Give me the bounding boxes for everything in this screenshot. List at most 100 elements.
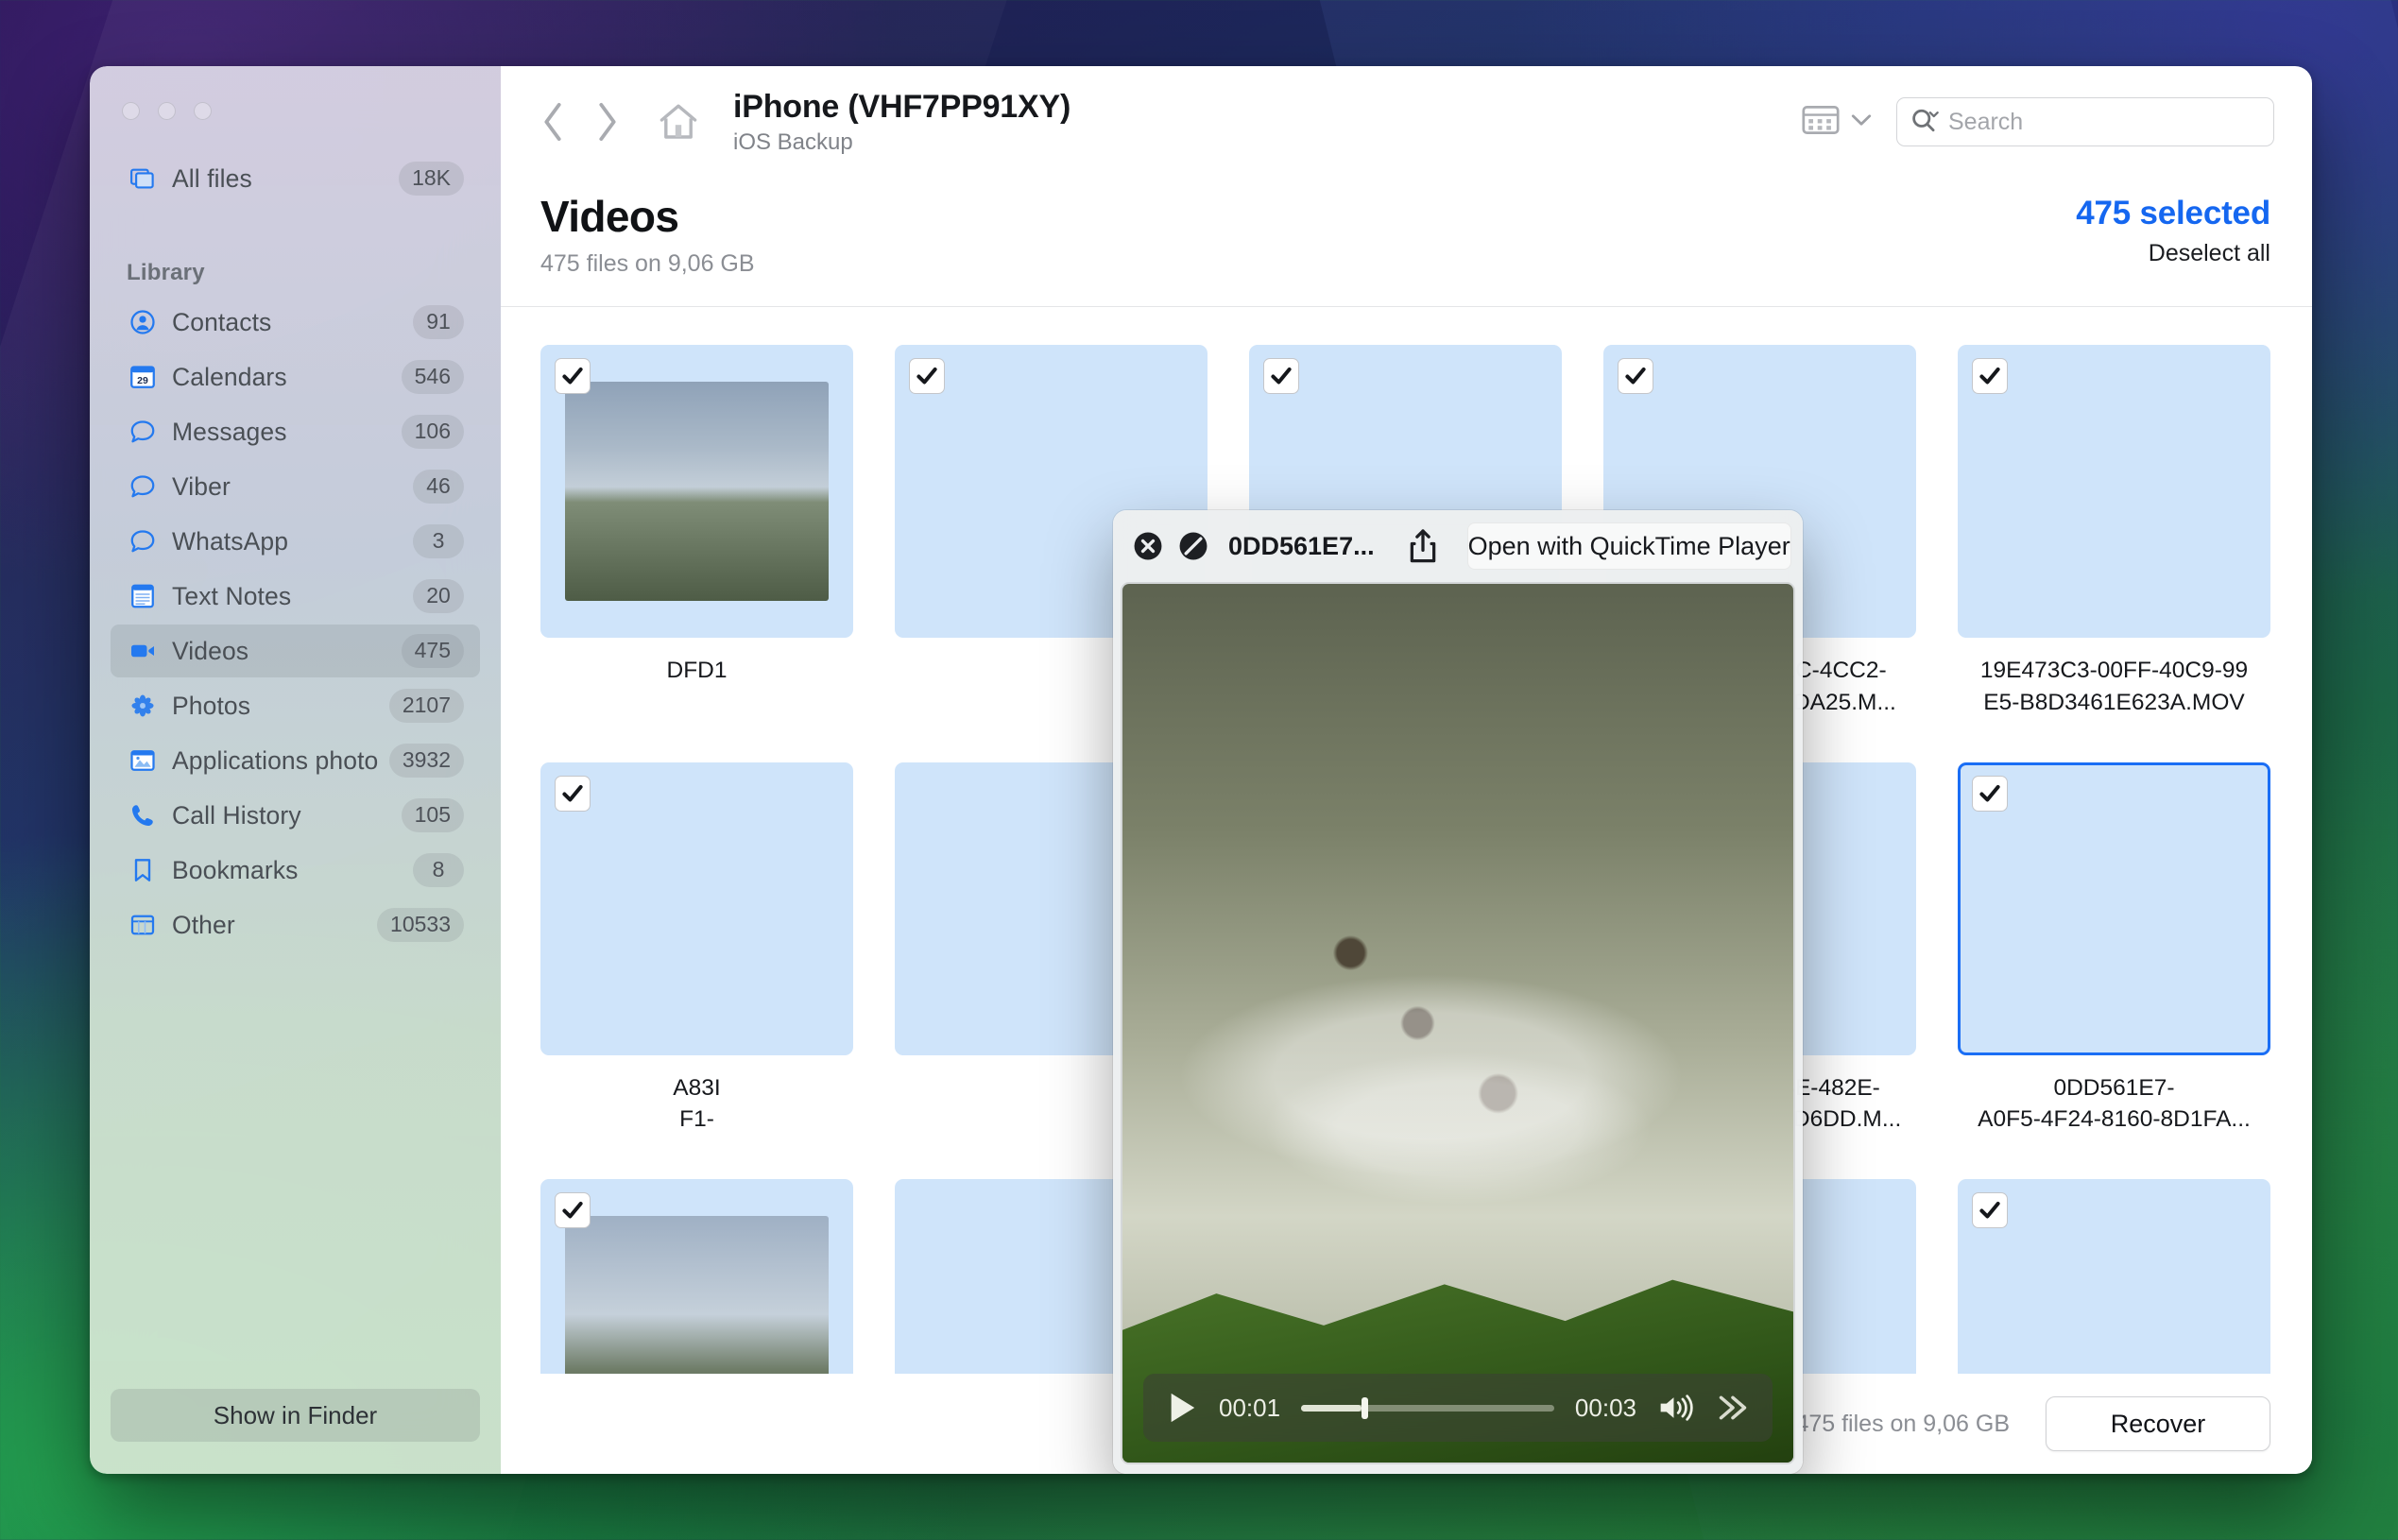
- sidebar-item-badge: 8: [413, 853, 464, 887]
- view-switch[interactable]: [1802, 104, 1872, 141]
- sidebar-item-applications-photo[interactable]: Applications photo 3932: [111, 734, 480, 787]
- file-thumbnail-tile[interactable]: [540, 344, 853, 638]
- video-progress-slider[interactable]: [1301, 1396, 1554, 1419]
- video-progress-fill: [1301, 1404, 1362, 1412]
- app-photo-icon: [127, 746, 159, 775]
- contacts-icon: [127, 308, 159, 336]
- show-in-finder-button[interactable]: Show in Finder: [111, 1389, 480, 1442]
- page-title: Videos: [540, 192, 679, 241]
- file-grid-cell[interactable]: [1958, 1179, 2270, 1374]
- video-progress-knob[interactable]: [1362, 1396, 1369, 1419]
- search-input[interactable]: [1948, 108, 2260, 136]
- footer-stat: 475 files on 9,06 GB: [1795, 1410, 2010, 1437]
- file-select-checkbox[interactable]: [1972, 1192, 2008, 1229]
- sidebar-item-label: Contacts: [172, 307, 272, 336]
- message-bubble-icon: [127, 418, 159, 446]
- close-window-button[interactable]: [122, 102, 140, 120]
- file-thumbnail-tile[interactable]: [1958, 344, 2270, 638]
- sidebar-item-messages[interactable]: Messages 106: [111, 405, 480, 458]
- file-select-checkbox[interactable]: [555, 357, 591, 394]
- file-grid-cell[interactable]: 19E473C3-00FF-40C9-99 E5-B8D3461E623A.MOV: [1958, 344, 2270, 719]
- photos-flower-icon: [127, 692, 159, 720]
- quicklook-video-area[interactable]: 00:01 00:03: [1121, 582, 1795, 1464]
- sidebar-item-videos[interactable]: Videos 475: [111, 625, 480, 677]
- video-controls-bar: 00:01 00:03: [1143, 1374, 1773, 1442]
- svg-text:29: 29: [137, 375, 148, 386]
- sidebar-item-contacts[interactable]: Contacts 91: [111, 296, 480, 349]
- search-icon: [1910, 108, 1939, 137]
- sidebar-item-label: Photos: [172, 691, 251, 720]
- file-name-label: 19E473C3-00FF-40C9-99 E5-B8D3461E623A.MOV: [1979, 657, 2249, 715]
- sidebar-item-text-notes[interactable]: Text Notes 20: [111, 570, 480, 623]
- sidebar-item-badge: 546: [401, 360, 464, 394]
- open-with-quicktime-button[interactable]: Open with QuickTime Player: [1466, 522, 1791, 570]
- fast-forward-icon[interactable]: [1716, 1393, 1750, 1423]
- sidebar-item-label: Videos: [172, 636, 249, 665]
- recover-button[interactable]: Recover: [2046, 1396, 2270, 1451]
- chevron-left-icon[interactable]: [540, 102, 565, 142]
- file-name-label: 0DD561E7- A0F5-4F24-8160-8D1FA...: [1978, 1074, 2251, 1133]
- file-thumbnail-tile[interactable]: [1958, 1179, 2270, 1374]
- no-entry-icon[interactable]: [1177, 530, 1209, 562]
- file-select-checkbox[interactable]: [1618, 357, 1653, 394]
- sidebar-item-whatsapp[interactable]: WhatsApp 3: [111, 515, 480, 568]
- grid-view-icon: [1802, 104, 1840, 141]
- close-circle-icon[interactable]: [1132, 530, 1164, 562]
- sidebar-item-other[interactable]: Other 10533: [111, 898, 480, 951]
- sidebar-item-list: Contacts 91 29 Calendars 546 Messages 106 Vibe…: [111, 296, 480, 951]
- sidebar-item-call-history[interactable]: Call History 105: [111, 789, 480, 842]
- file-select-checkbox[interactable]: [1972, 775, 2008, 812]
- file-grid-cell[interactable]: 0DD561E7- A0F5-4F24-8160-8D1FA...: [1958, 761, 2270, 1137]
- sidebar-item-label: WhatsApp: [172, 526, 289, 556]
- quicklook-preview-window: 0DD561E7... Open with QuickTime Player 0…: [1113, 510, 1803, 1474]
- volume-icon[interactable]: [1657, 1392, 1695, 1424]
- sidebar-item-viber[interactable]: Viber 46: [111, 460, 480, 513]
- sidebar-item-label: Text Notes: [172, 581, 292, 610]
- calendar-icon: 29: [127, 363, 159, 391]
- sidebar-item-all-files[interactable]: All files 18K: [111, 152, 480, 205]
- file-select-checkbox[interactable]: [1972, 357, 2008, 394]
- sidebar-item-label: Viber: [172, 471, 231, 501]
- maximize-window-button[interactable]: [194, 102, 212, 120]
- file-select-checkbox[interactable]: [555, 775, 591, 812]
- sidebar-item-badge: 2107: [388, 689, 464, 723]
- notes-icon: [127, 582, 159, 610]
- sidebar-item-badge: 475: [401, 634, 464, 668]
- file-grid-cell[interactable]: A83I F1-: [540, 761, 853, 1137]
- selected-count-label[interactable]: 475 selected: [2076, 195, 2270, 232]
- sidebar-item-calendars[interactable]: 29 Calendars 546: [111, 351, 480, 403]
- file-thumbnail-tile[interactable]: [540, 761, 853, 1055]
- sidebar-scroll: All files 18K Library Contacts 91 29 Calen…: [90, 120, 501, 1389]
- file-select-checkbox[interactable]: [1263, 357, 1299, 394]
- file-grid-cell[interactable]: DFD1: [540, 344, 853, 719]
- search-box[interactable]: [1896, 97, 2274, 146]
- page-subtitle: 475 files on 9,06 GB: [540, 250, 755, 277]
- sidebar-item-badge: 3: [413, 524, 464, 558]
- device-title-block: iPhone (VHF7PP91XY) iOS Backup: [733, 89, 1071, 156]
- file-name-label: DFD1: [666, 657, 728, 683]
- sidebar-item-photos[interactable]: Photos 2107: [111, 679, 480, 732]
- quicklook-file-name: 0DD561E7...: [1228, 531, 1375, 560]
- sidebar-item-bookmarks[interactable]: Bookmarks 8: [111, 844, 480, 897]
- file-thumbnail-tile[interactable]: [540, 1179, 853, 1374]
- sidebar-item-label: Applications photo: [172, 745, 379, 775]
- sidebar-item-badge: 3932: [388, 744, 464, 778]
- sidebar-item-label: Call History: [172, 800, 301, 830]
- home-icon[interactable]: [656, 99, 701, 145]
- file-thumbnail-tile[interactable]: [1958, 761, 2270, 1055]
- file-grid-cell[interactable]: [540, 1179, 853, 1374]
- chevron-right-icon[interactable]: [595, 102, 620, 142]
- file-select-checkbox[interactable]: [909, 357, 945, 394]
- file-thumbnail-image: [564, 1216, 830, 1374]
- chevron-down-icon: [1851, 113, 1872, 131]
- deselect-all-button[interactable]: Deselect all: [2076, 240, 2270, 267]
- play-icon[interactable]: [1166, 1390, 1198, 1426]
- toolbar: iPhone (VHF7PP91XY) iOS Backup: [501, 66, 2312, 178]
- page-header-right: 475 selected Deselect all: [2076, 191, 2270, 267]
- minimize-window-button[interactable]: [158, 102, 176, 120]
- device-title: iPhone (VHF7PP91XY): [733, 88, 1071, 125]
- file-select-checkbox[interactable]: [555, 1192, 591, 1229]
- message-bubble-icon: [127, 527, 159, 556]
- window-traffic-lights: [90, 66, 501, 120]
- share-icon[interactable]: [1407, 527, 1439, 565]
